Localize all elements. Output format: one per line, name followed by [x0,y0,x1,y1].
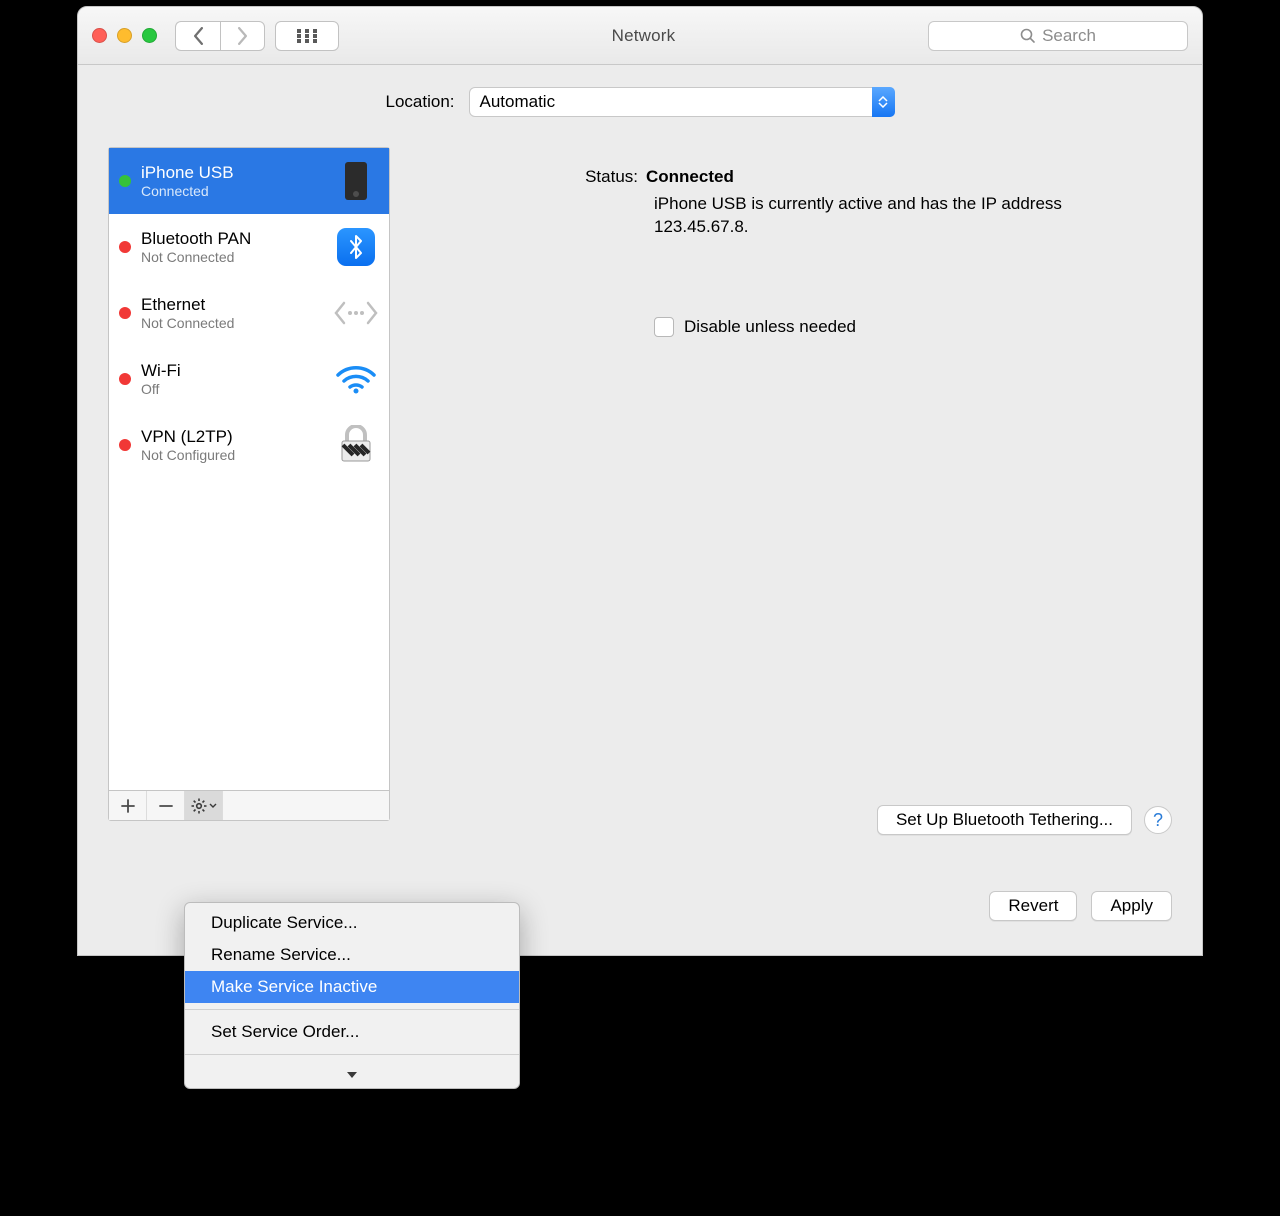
ethernet-icon [333,290,379,336]
phone-icon [333,158,379,204]
menu-separator [185,1054,519,1055]
triangle-down-icon [346,1071,358,1079]
revert-button[interactable]: Revert [989,891,1077,921]
service-item-iphone-usb[interactable]: iPhone USB Connected [109,148,389,214]
service-status: Not Connected [141,315,333,331]
footer-buttons: Revert Apply [989,891,1172,921]
help-button[interactable]: ? [1144,806,1172,834]
close-window-button[interactable] [92,28,107,43]
location-label: Location: [386,92,455,112]
search-input[interactable]: Search [928,21,1188,51]
back-button[interactable] [175,21,220,51]
network-preferences-window: Network Search Location: Automatic [77,6,1203,956]
service-actions-button[interactable] [185,791,223,820]
forward-button[interactable] [220,21,265,51]
service-item-ethernet[interactable]: Ethernet Not Connected [109,280,389,346]
service-name: VPN (L2TP) [141,427,333,447]
service-name: iPhone USB [141,163,333,183]
search-icon [1020,28,1036,44]
service-actions-menu: Duplicate Service... Rename Service... M… [184,902,520,1089]
service-status: Off [141,381,333,397]
status-dot-icon [119,307,131,319]
bluetooth-icon [333,224,379,270]
traffic-lights [92,28,157,43]
chevron-down-icon [209,803,217,809]
select-stepper-icon [872,87,895,117]
remove-service-button[interactable] [147,791,185,820]
status-dot-icon [119,241,131,253]
minus-icon [159,799,173,813]
service-status: Not Configured [141,447,333,463]
menu-item-set-order[interactable]: Set Service Order... [185,1016,519,1048]
location-value: Automatic [480,92,556,112]
location-select[interactable]: Automatic [469,87,895,117]
services-sidebar: iPhone USB Connected Bluetooth PAN Not C… [108,147,390,821]
service-name: Ethernet [141,295,333,315]
nav-buttons [175,21,265,51]
status-description: iPhone USB is currently active and has t… [654,193,1084,239]
service-item-wifi[interactable]: Wi-Fi Off [109,346,389,412]
plus-icon [121,799,135,813]
services-list: iPhone USB Connected Bluetooth PAN Not C… [109,148,389,790]
disable-checkbox-row: Disable unless needed [654,317,1162,337]
service-name: Wi-Fi [141,361,333,381]
menu-item-duplicate[interactable]: Duplicate Service... [185,907,519,939]
service-status: Not Connected [141,249,333,265]
status-dot-icon [119,439,131,451]
help-icon: ? [1153,810,1163,831]
setup-tethering-button[interactable]: Set Up Bluetooth Tethering... [877,805,1132,835]
detail-pane: Status: Connected iPhone USB is currentl… [406,147,1172,821]
service-item-vpn[interactable]: VPN (L2TP) Not Configured [109,412,389,478]
main-split: iPhone USB Connected Bluetooth PAN Not C… [108,147,1172,821]
lock-icon [333,422,379,468]
apply-button[interactable]: Apply [1091,891,1172,921]
location-row: Location: Automatic [108,87,1172,117]
window-title: Network [359,26,928,46]
minimize-window-button[interactable] [117,28,132,43]
zoom-window-button[interactable] [142,28,157,43]
content-area: Location: Automatic iPhone USB Connect [78,65,1202,955]
footer-spacer [223,791,389,820]
status-value: Connected [646,167,734,187]
wifi-icon [333,356,379,402]
menu-item-rename[interactable]: Rename Service... [185,939,519,971]
status-dot-icon [119,175,131,187]
menu-item-make-inactive[interactable]: Make Service Inactive [185,971,519,1003]
setup-row: Set Up Bluetooth Tethering... ? [877,805,1172,835]
service-item-bluetooth-pan[interactable]: Bluetooth PAN Not Connected [109,214,389,280]
add-service-button[interactable] [109,791,147,820]
service-name: Bluetooth PAN [141,229,333,249]
disable-label: Disable unless needed [684,317,856,337]
menu-separator [185,1009,519,1010]
service-status: Connected [141,183,333,199]
titlebar: Network Search [78,7,1202,65]
gear-icon [191,798,207,814]
search-placeholder: Search [1042,26,1096,46]
status-label: Status: [406,167,646,187]
sidebar-footer [109,790,389,820]
menu-more-indicator[interactable] [185,1061,519,1084]
show-all-button[interactable] [275,21,339,51]
status-dot-icon [119,373,131,385]
disable-checkbox[interactable] [654,317,674,337]
